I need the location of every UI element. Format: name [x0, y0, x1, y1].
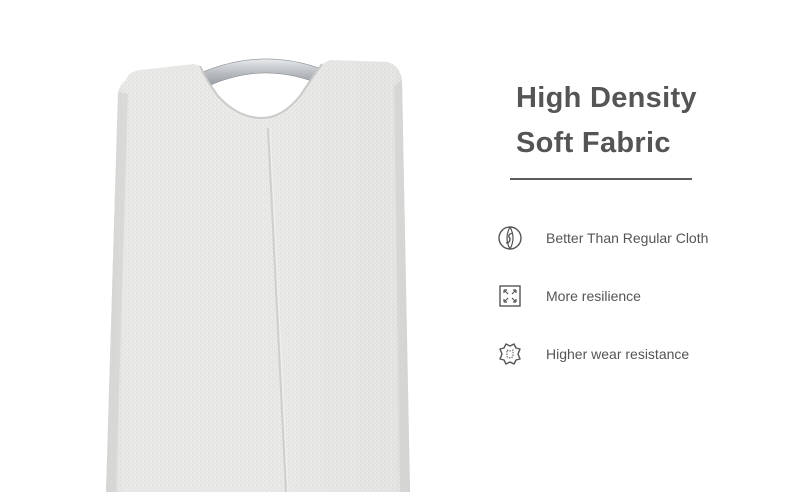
- feature-item-resilience: More resilience: [499, 281, 641, 311]
- feature-item-wear: Higher wear resistance: [499, 339, 690, 369]
- feature-label-wear: Higher wear resistance: [546, 346, 690, 362]
- heading-divider: [510, 178, 692, 180]
- heading-line-2: Soft Fabric: [516, 127, 671, 159]
- feature-panel: High Density Soft Fabric Better Than Reg…: [498, 0, 800, 492]
- chair-backrest-image: [0, 0, 480, 492]
- shield-globe-icon: [497, 225, 523, 251]
- expand-arrows-icon: [497, 283, 523, 309]
- feature-item-cloth: Better Than Regular Cloth: [498, 223, 709, 253]
- feature-label-resilience: More resilience: [546, 288, 641, 304]
- feature-label-cloth: Better Than Regular Cloth: [546, 230, 709, 246]
- leather-hide-icon: [497, 341, 523, 367]
- heading-line-1: High Density: [516, 82, 697, 114]
